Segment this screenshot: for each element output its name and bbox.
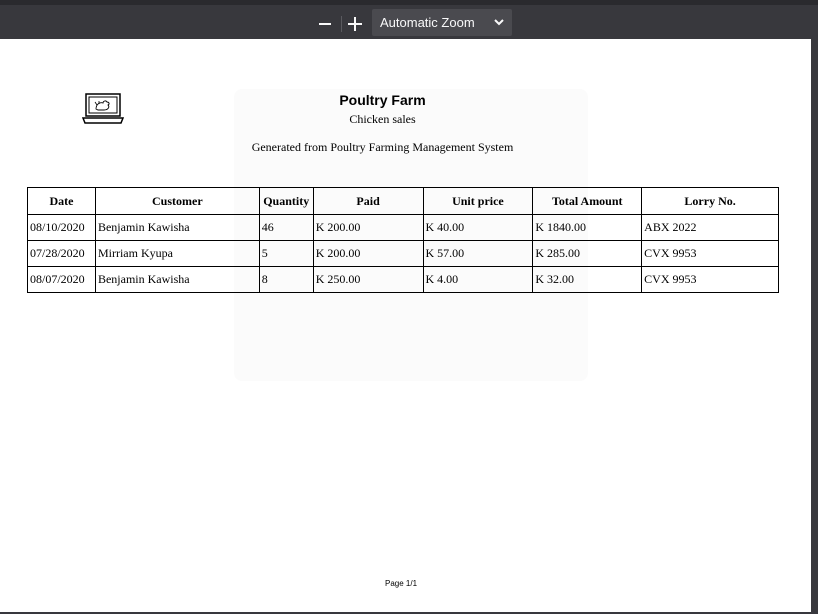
table-cell: K 4.00: [422, 266, 534, 293]
zoom-in-button[interactable]: [344, 13, 366, 35]
column-header: Date: [27, 187, 96, 215]
table-cell: K 32.00: [532, 266, 643, 293]
viewer-scrollbar[interactable]: [811, 39, 818, 614]
zoom-select[interactable]: Automatic Zoom: [372, 9, 512, 36]
table-row: 08/07/2020 Benjamin Kawisha 8 K 250.00 K…: [27, 266, 779, 293]
table-cell: 46: [258, 214, 314, 241]
table-cell: K 40.00: [422, 214, 534, 241]
column-header: Lorry No.: [641, 187, 779, 215]
column-header: Total Amount: [532, 187, 643, 215]
table-header-row: Date Customer Quantity Paid Unit price T…: [27, 187, 779, 215]
column-header: Unit price: [422, 187, 534, 215]
document-subtitle: Chicken sales: [349, 112, 416, 126]
column-header: Paid: [312, 187, 424, 215]
table-cell: 8: [258, 266, 314, 293]
pdf-page: Poultry Farm Chicken sales Generated fro…: [0, 39, 811, 612]
table-cell: ABX 2022: [641, 214, 779, 241]
table-cell: K 200.00: [312, 240, 424, 267]
minus-icon: [319, 23, 331, 25]
document-viewer[interactable]: Poultry Farm Chicken sales Generated fro…: [0, 39, 818, 614]
table-cell: Mirriam Kyupa: [94, 240, 260, 267]
table-cell: 08/10/2020: [27, 214, 96, 241]
sales-table: Date Customer Quantity Paid Unit price T…: [27, 187, 779, 293]
table-cell: K 200.00: [312, 214, 424, 241]
table-row: 08/10/2020 Benjamin Kawisha 46 K 200.00 …: [27, 214, 779, 241]
zoom-out-button[interactable]: [314, 13, 336, 35]
table-cell: K 285.00: [532, 240, 643, 267]
table-cell: CVX 9953: [641, 240, 779, 267]
table-cell: K 57.00: [422, 240, 534, 267]
table-cell: 5: [258, 240, 314, 267]
table-cell: 08/07/2020: [27, 266, 96, 293]
zoom-select-value: Automatic Zoom: [380, 15, 475, 30]
document-title: Poultry Farm: [339, 92, 426, 108]
generated-note: Generated from Poultry Farming Managemen…: [251, 140, 514, 154]
table-cell: CVX 9953: [641, 266, 779, 293]
plus-icon: [348, 17, 362, 31]
column-header: Customer: [94, 187, 260, 215]
table-cell: Benjamin Kawisha: [94, 214, 260, 241]
table-cell: K 250.00: [312, 266, 424, 293]
table-row: 07/28/2020 Mirriam Kyupa 5 K 200.00 K 57…: [27, 240, 779, 267]
table-cell: K 1840.00: [532, 214, 643, 241]
page-number: Page 1/1: [384, 579, 418, 588]
pdf-toolbar: Automatic Zoom: [0, 0, 818, 39]
table-cell: 07/28/2020: [27, 240, 96, 267]
column-header: Quantity: [258, 187, 314, 215]
table-cell: Benjamin Kawisha: [94, 266, 260, 293]
toolbar-separator: [341, 16, 342, 32]
